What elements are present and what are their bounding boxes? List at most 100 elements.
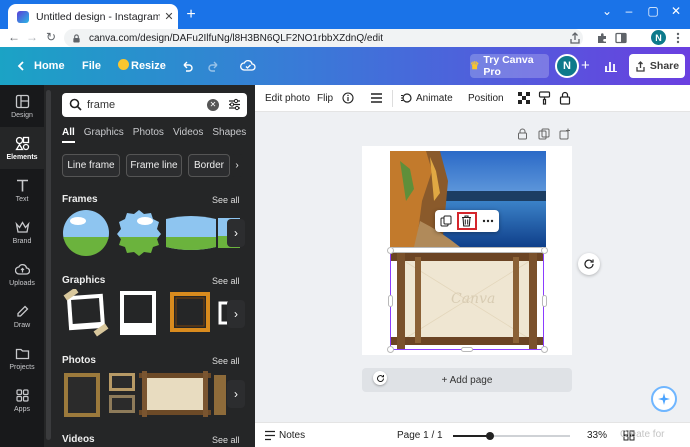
zoom-slider[interactable] [453, 432, 570, 440]
animate-button[interactable]: Animate [416, 93, 453, 104]
photo-thumbnail-wooden-frame[interactable] [139, 371, 211, 417]
rail-item-uploads[interactable]: Uploads [0, 253, 44, 295]
lake-photo-element[interactable] [390, 151, 546, 247]
lock-element-icon[interactable] [559, 91, 571, 105]
resize-handle-top[interactable] [390, 247, 544, 253]
photo-thumbnail-partial[interactable] [214, 375, 226, 415]
zoom-level[interactable]: 33% [587, 430, 607, 441]
zoom-slider-knob[interactable] [486, 432, 495, 440]
copy-icon[interactable] [440, 215, 452, 227]
file-menu-button[interactable]: File [82, 60, 101, 72]
see-all-photos-link[interactable]: See all [212, 356, 240, 366]
resize-handle-right[interactable] [542, 295, 547, 307]
redo-icon[interactable] [207, 59, 221, 73]
frame-thumbnail-wave[interactable] [166, 215, 216, 251]
cloud-saved-icon[interactable] [240, 59, 256, 73]
share-button[interactable]: Share [629, 54, 685, 78]
profile-avatar[interactable]: N [651, 30, 666, 45]
graphics-next-arrow-icon[interactable]: › [227, 300, 245, 328]
tab-all[interactable]: All [62, 127, 75, 143]
design-page[interactable]: Canva [362, 146, 572, 355]
chips-next-icon[interactable]: › [231, 154, 243, 177]
resize-handle-corner[interactable] [387, 247, 394, 254]
rail-item-apps[interactable]: Apps [0, 379, 44, 421]
resize-button[interactable]: Resize [131, 60, 166, 72]
back-button[interactable]: ← [6, 30, 22, 44]
url-field[interactable]: canva.com/design/DAFu2IlfuNg/l8H3BN6QLF2… [64, 29, 583, 47]
add-collaborator-button[interactable]: + [581, 58, 590, 73]
forward-button[interactable]: → [24, 30, 40, 44]
copy-style-icon[interactable] [538, 91, 551, 105]
border-style-icon[interactable] [370, 92, 383, 104]
more-options-icon[interactable] [482, 215, 494, 227]
maximize-button[interactable]: ▢ [643, 4, 663, 18]
duplicate-page-icon[interactable] [538, 128, 550, 140]
photo-thumbnail-gold-frame[interactable] [62, 371, 102, 419]
panel-scrollbar[interactable] [46, 90, 51, 440]
try-canva-pro-button[interactable]: ♛ Try Canva Pro [470, 54, 549, 78]
home-button[interactable]: Home [34, 60, 65, 72]
browser-menu-icon[interactable] [671, 31, 685, 45]
resize-handle-bottom[interactable] [461, 347, 473, 352]
side-panel-icon[interactable] [614, 31, 628, 45]
suggestion-chip[interactable]: Frame line [126, 154, 182, 177]
tab-close-icon[interactable]: ✕ [160, 10, 178, 23]
resize-handle-corner[interactable] [387, 346, 394, 353]
frame-thumbnail-circle[interactable] [62, 209, 110, 257]
resize-handle-corner[interactable] [541, 247, 548, 254]
undo-icon[interactable] [180, 59, 194, 73]
see-all-graphics-link[interactable]: See all [212, 276, 240, 286]
edit-photo-button[interactable]: Edit photo [265, 93, 310, 104]
tab-shapes[interactable]: Shapes [212, 127, 246, 143]
photos-next-arrow-icon[interactable]: › [227, 380, 245, 408]
transparency-icon[interactable] [518, 92, 530, 104]
filter-sliders-icon[interactable] [228, 98, 241, 111]
graphic-thumbnail-polaroid[interactable] [118, 289, 158, 337]
graphic-thumbnail-taped-frame[interactable] [62, 289, 110, 337]
frame-thumbnail-badge[interactable] [115, 209, 163, 257]
back-chevron-icon[interactable] [15, 60, 27, 72]
frames-next-arrow-icon[interactable]: › [227, 219, 245, 247]
insights-chart-icon[interactable] [604, 59, 618, 73]
tab-photos[interactable]: Photos [133, 127, 164, 143]
user-avatar[interactable]: N [555, 54, 579, 78]
graphic-thumbnail-gold-frame[interactable] [169, 291, 211, 333]
resize-handle-corner[interactable] [541, 346, 548, 353]
lock-page-icon[interactable] [517, 128, 528, 140]
browser-tab[interactable]: Untitled design - Instagram Post ✕ [8, 4, 178, 29]
tab-search-icon[interactable]: ⌄ [597, 4, 617, 18]
reload-button[interactable]: ↻ [43, 30, 59, 44]
share-page-icon[interactable] [568, 31, 582, 45]
see-all-frames-link[interactable]: See all [212, 195, 240, 205]
clear-search-icon[interactable]: ✕ [207, 99, 219, 111]
add-page-icon[interactable] [559, 128, 571, 140]
rail-item-elements[interactable]: Elements [0, 127, 44, 169]
refresh-suggestions-button[interactable] [578, 253, 600, 275]
tab-graphics[interactable]: Graphics [84, 127, 124, 143]
delete-button[interactable] [456, 212, 477, 230]
new-tab-button[interactable]: + [182, 6, 200, 24]
info-icon[interactable] [342, 92, 354, 104]
photo-thumbnail-small-frames[interactable] [107, 371, 137, 415]
rail-item-design[interactable]: Design [0, 85, 44, 127]
suggestion-chip[interactable]: Border [188, 154, 230, 177]
tab-videos[interactable]: Videos [173, 127, 203, 143]
wooden-frame-element[interactable]: Canva [387, 247, 548, 353]
rail-item-projects[interactable]: Projects [0, 337, 44, 379]
position-button[interactable]: Position [468, 93, 504, 104]
resize-handle-left[interactable] [388, 295, 393, 307]
extensions-icon[interactable] [595, 31, 609, 45]
window-close-button[interactable]: ✕ [666, 4, 686, 18]
rail-item-draw[interactable]: Draw [0, 295, 44, 337]
rotate-handle[interactable] [373, 371, 387, 385]
minimize-button[interactable]: – [619, 4, 639, 18]
suggestion-chip[interactable]: Line frame [62, 154, 120, 177]
flip-button[interactable]: Flip [317, 93, 333, 104]
magic-assistant-button[interactable] [651, 386, 677, 412]
notes-button[interactable]: Notes [279, 430, 305, 441]
rail-item-text[interactable]: Text [0, 169, 44, 211]
add-page-button[interactable]: + Add page [362, 368, 572, 392]
page-indicator[interactable]: Page 1 / 1 [397, 430, 443, 441]
rail-item-brand[interactable]: Brand [0, 211, 44, 253]
see-all-videos-link[interactable]: See all [212, 435, 240, 445]
